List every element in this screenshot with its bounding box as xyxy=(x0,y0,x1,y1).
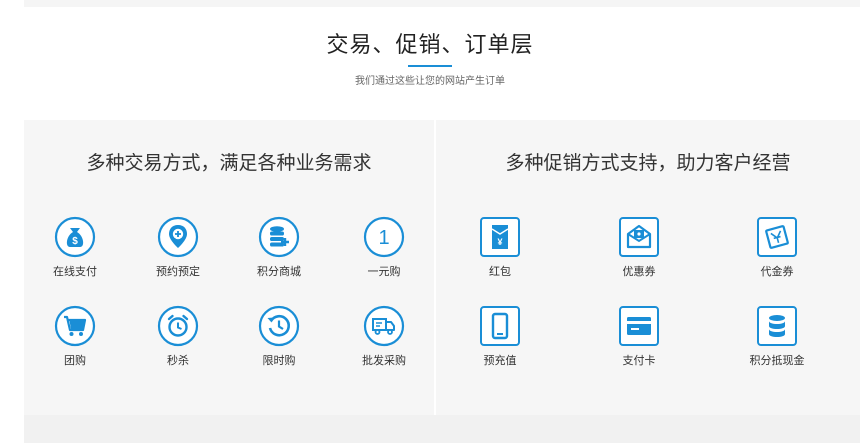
coupon-envelope-icon xyxy=(619,217,659,257)
feature-points-to-cash[interactable]: 积分抵现金 xyxy=(737,305,817,371)
feature-label: 团购 xyxy=(64,354,86,367)
delivery-truck-icon xyxy=(363,305,405,347)
svg-text:$: $ xyxy=(72,236,78,247)
feature-prepaid-recharge[interactable]: 预充值 xyxy=(460,305,540,371)
svg-text:1: 1 xyxy=(378,227,389,249)
feature-points-mall[interactable]: 积分商城 xyxy=(239,216,319,282)
feature-online-payment[interactable]: $ 在线支付 xyxy=(35,216,115,282)
promotion-methods-title: 多种促销方式支持，助力客户经营 xyxy=(505,152,791,174)
trade-methods-panel: 多种交易方式，满足各种业务需求 $ 在线支付 预约预定 积分商城 1 一元购 团… xyxy=(24,120,434,415)
money-bag-icon: $ xyxy=(54,216,96,258)
feature-label: 积分商城 xyxy=(257,265,301,278)
phone-recharge-icon xyxy=(480,306,520,346)
database-points-icon xyxy=(757,306,797,346)
voucher-icon xyxy=(757,217,797,257)
feature-group-buy[interactable]: 团购 xyxy=(35,305,115,371)
feature-coupon[interactable]: 优惠券 xyxy=(599,216,679,282)
feature-payment-card[interactable]: 支付卡 xyxy=(599,305,679,371)
coin-stack-icon xyxy=(258,216,300,258)
feature-red-envelope[interactable]: ¥ 红包 xyxy=(460,216,540,282)
alarm-clock-icon xyxy=(157,305,199,347)
svg-text:¥: ¥ xyxy=(497,237,502,247)
trade-methods-title: 多种交易方式，满足各种业务需求 xyxy=(86,152,372,174)
feature-label: 优惠券 xyxy=(622,265,656,278)
shopping-cart-icon xyxy=(54,305,96,347)
feature-wholesale-purchase[interactable]: 批发采购 xyxy=(344,305,424,371)
feature-label: 预约预定 xyxy=(156,265,200,278)
feature-label: 在线支付 xyxy=(53,265,97,278)
feature-label: 批发采购 xyxy=(362,354,406,367)
feature-label: 秒杀 xyxy=(167,354,189,367)
history-clock-icon xyxy=(258,305,300,347)
top-divider-strip xyxy=(24,0,860,7)
number-one-icon: 1 xyxy=(363,216,405,258)
payment-card-icon xyxy=(619,306,659,346)
red-envelope-icon: ¥ xyxy=(480,217,520,257)
feature-flash-sale[interactable]: 秒杀 xyxy=(138,305,218,371)
bottom-divider-strip xyxy=(24,415,860,443)
feature-label: 代金券 xyxy=(760,265,794,278)
location-pin-icon xyxy=(157,216,199,258)
feature-reservation[interactable]: 预约预定 xyxy=(138,216,218,282)
feature-one-yuan-buy[interactable]: 1 一元购 xyxy=(344,216,424,282)
feature-voucher[interactable]: 代金券 xyxy=(737,216,817,282)
feature-limited-time-buy[interactable]: 限时购 xyxy=(239,305,319,371)
section-title: 交易、促销、订单层 xyxy=(326,33,534,58)
promotion-methods-panel: 多种促销方式支持，助力客户经营 ¥ 红包 优惠券 代金券 预充值 支付卡 积分抵… xyxy=(436,120,860,415)
feature-label: 支付卡 xyxy=(622,354,656,367)
title-underline xyxy=(408,65,452,67)
feature-label: 一元购 xyxy=(367,265,401,278)
feature-label: 预充值 xyxy=(483,354,517,367)
section-header: 交易、促销、订单层 我们通过这些让您的网站产生订单 xyxy=(0,30,860,89)
feature-label: 限时购 xyxy=(262,354,296,367)
feature-label: 红包 xyxy=(489,265,511,278)
feature-label: 积分抵现金 xyxy=(749,354,805,367)
section-subtitle: 我们通过这些让您的网站产生订单 xyxy=(355,76,505,87)
